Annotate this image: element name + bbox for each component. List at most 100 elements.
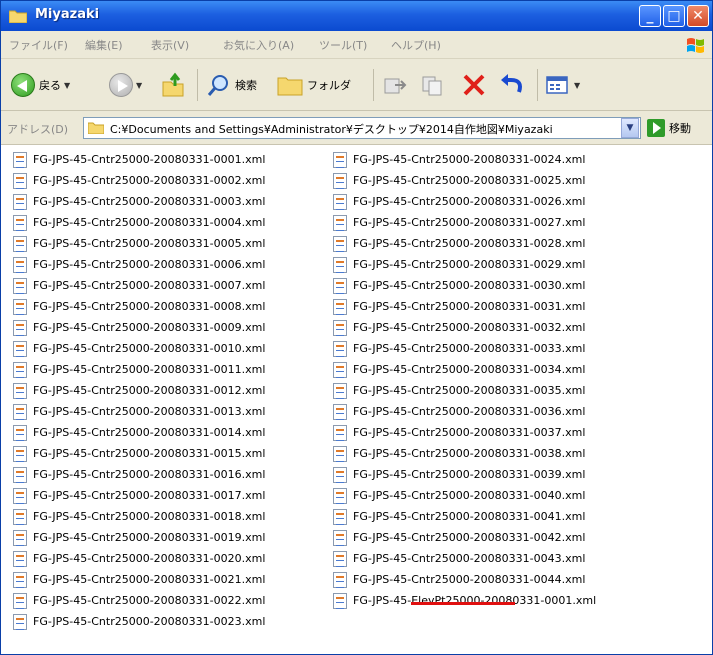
forward-dropdown-icon[interactable]: ▼ bbox=[136, 81, 142, 90]
file-item[interactable]: FG-JPS-45-Cntr25000-20080331-0035.xml bbox=[333, 380, 596, 401]
views-icon bbox=[546, 76, 568, 94]
views-dropdown-icon[interactable]: ▼ bbox=[574, 81, 580, 90]
file-item[interactable]: FG-JPS-45-Cntr25000-20080331-0029.xml bbox=[333, 254, 596, 275]
file-item[interactable]: FG-JPS-45-Cntr25000-20080331-0001.xml bbox=[13, 149, 265, 170]
file-item[interactable]: FG-JPS-45-Cntr25000-20080331-0016.xml bbox=[13, 464, 265, 485]
address-dropdown-button[interactable]: ▼ bbox=[621, 118, 639, 138]
file-item[interactable]: FG-JPS-45-Cntr25000-20080331-0027.xml bbox=[333, 212, 596, 233]
file-item[interactable]: FG-JPS-45-Cntr25000-20080331-0036.xml bbox=[333, 401, 596, 422]
file-item[interactable]: FG-JPS-45-Cntr25000-20080331-0042.xml bbox=[333, 527, 596, 548]
menu-favorites[interactable]: お気に入り(A) bbox=[223, 37, 294, 53]
file-item[interactable]: FG-JPS-45-Cntr25000-20080331-0031.xml bbox=[333, 296, 596, 317]
menu-help[interactable]: ヘルプ(H) bbox=[391, 37, 441, 53]
file-item[interactable]: FG-JPS-45-ElevPt25000-20080331-0001.xml bbox=[333, 590, 596, 611]
file-item[interactable]: FG-JPS-45-Cntr25000-20080331-0025.xml bbox=[333, 170, 596, 191]
folders-button[interactable]: フォルダ bbox=[277, 71, 351, 99]
file-name: FG-JPS-45-Cntr25000-20080331-0015.xml bbox=[33, 447, 266, 460]
views-button[interactable]: ▼ bbox=[545, 71, 580, 99]
file-item[interactable]: FG-JPS-45-Cntr25000-20080331-0007.xml bbox=[13, 275, 265, 296]
xml-file-icon bbox=[13, 529, 27, 546]
delete-button[interactable] bbox=[461, 71, 487, 99]
file-name: FG-JPS-45-Cntr25000-20080331-0043.xml bbox=[353, 552, 586, 565]
file-item[interactable]: FG-JPS-45-Cntr25000-20080331-0015.xml bbox=[13, 443, 265, 464]
file-item[interactable]: FG-JPS-45-Cntr25000-20080331-0023.xml bbox=[13, 611, 265, 632]
file-item[interactable]: FG-JPS-45-Cntr25000-20080331-0034.xml bbox=[333, 359, 596, 380]
file-item[interactable]: FG-JPS-45-Cntr25000-20080331-0039.xml bbox=[333, 464, 596, 485]
file-item[interactable]: FG-JPS-45-Cntr25000-20080331-0017.xml bbox=[13, 485, 265, 506]
back-dropdown-icon[interactable]: ▼ bbox=[64, 81, 70, 90]
menu-view[interactable]: 表示(V) bbox=[151, 37, 189, 53]
file-item[interactable]: FG-JPS-45-Cntr25000-20080331-0014.xml bbox=[13, 422, 265, 443]
maximize-button[interactable]: □ bbox=[663, 5, 685, 27]
title-bar[interactable]: Miyazaki _ □ ✕ bbox=[1, 1, 712, 31]
address-input[interactable]: C:¥Documents and Settings¥Administrator¥… bbox=[83, 117, 641, 139]
back-button[interactable]: 戻る ▼ bbox=[11, 71, 70, 99]
folder-icon bbox=[88, 122, 104, 134]
file-item[interactable]: FG-JPS-45-Cntr25000-20080331-0013.xml bbox=[13, 401, 265, 422]
file-item[interactable]: FG-JPS-45-Cntr25000-20080331-0043.xml bbox=[333, 548, 596, 569]
search-label: 検索 bbox=[235, 79, 257, 92]
xml-file-icon bbox=[333, 403, 347, 420]
file-item[interactable]: FG-JPS-45-Cntr25000-20080331-0037.xml bbox=[333, 422, 596, 443]
file-name: FG-JPS-45-Cntr25000-20080331-0029.xml bbox=[353, 258, 586, 271]
file-item[interactable]: FG-JPS-45-Cntr25000-20080331-0026.xml bbox=[333, 191, 596, 212]
file-item[interactable]: FG-JPS-45-Cntr25000-20080331-0003.xml bbox=[13, 191, 265, 212]
up-folder-button[interactable] bbox=[161, 71, 187, 99]
file-name: FG-JPS-45-Cntr25000-20080331-0030.xml bbox=[353, 279, 586, 292]
file-item[interactable]: FG-JPS-45-Cntr25000-20080331-0008.xml bbox=[13, 296, 265, 317]
file-item[interactable]: FG-JPS-45-Cntr25000-20080331-0038.xml bbox=[333, 443, 596, 464]
file-item[interactable]: FG-JPS-45-Cntr25000-20080331-0002.xml bbox=[13, 170, 265, 191]
file-name: FG-JPS-45-Cntr25000-20080331-0013.xml bbox=[33, 405, 266, 418]
file-item[interactable]: FG-JPS-45-Cntr25000-20080331-0010.xml bbox=[13, 338, 265, 359]
file-name: FG-JPS-45-Cntr25000-20080331-0021.xml bbox=[33, 573, 266, 586]
file-name: FG-JPS-45-Cntr25000-20080331-0033.xml bbox=[353, 342, 586, 355]
menu-file[interactable]: ファイル(F) bbox=[9, 37, 68, 53]
menu-edit[interactable]: 編集(E) bbox=[85, 37, 123, 53]
xml-file-icon bbox=[333, 151, 347, 168]
file-item[interactable]: FG-JPS-45-Cntr25000-20080331-0005.xml bbox=[13, 233, 265, 254]
file-item[interactable]: FG-JPS-45-Cntr25000-20080331-0020.xml bbox=[13, 548, 265, 569]
file-item[interactable]: FG-JPS-45-Cntr25000-20080331-0009.xml bbox=[13, 317, 265, 338]
file-item[interactable]: FG-JPS-45-Cntr25000-20080331-0040.xml bbox=[333, 485, 596, 506]
file-item[interactable]: FG-JPS-45-Cntr25000-20080331-0022.xml bbox=[13, 590, 265, 611]
back-label: 戻る bbox=[39, 79, 61, 92]
xml-file-icon bbox=[333, 235, 347, 252]
xml-file-icon bbox=[333, 424, 347, 441]
menu-tools[interactable]: ツール(T) bbox=[319, 37, 367, 53]
file-name: FG-JPS-45-Cntr25000-20080331-0040.xml bbox=[353, 489, 586, 502]
file-item[interactable]: FG-JPS-45-Cntr25000-20080331-0019.xml bbox=[13, 527, 265, 548]
search-button[interactable]: 検索 bbox=[207, 71, 257, 99]
file-item[interactable]: FG-JPS-45-Cntr25000-20080331-0044.xml bbox=[333, 569, 596, 590]
xml-file-icon bbox=[333, 466, 347, 483]
copy-to-button[interactable] bbox=[421, 71, 447, 99]
go-button[interactable]: 移動 bbox=[647, 119, 691, 137]
forward-button[interactable]: ▼ bbox=[109, 71, 142, 99]
move-to-button[interactable] bbox=[383, 71, 409, 99]
file-item[interactable]: FG-JPS-45-Cntr25000-20080331-0006.xml bbox=[13, 254, 265, 275]
xml-file-icon bbox=[13, 277, 27, 294]
undo-icon bbox=[501, 74, 522, 93]
file-item[interactable]: FG-JPS-45-Cntr25000-20080331-0032.xml bbox=[333, 317, 596, 338]
file-item[interactable]: FG-JPS-45-Cntr25000-20080331-0041.xml bbox=[333, 506, 596, 527]
minimize-button[interactable]: _ bbox=[639, 5, 661, 27]
file-item[interactable]: FG-JPS-45-Cntr25000-20080331-0004.xml bbox=[13, 212, 265, 233]
file-item[interactable]: FG-JPS-45-Cntr25000-20080331-0021.xml bbox=[13, 569, 265, 590]
xml-file-icon bbox=[333, 550, 347, 567]
file-item[interactable]: FG-JPS-45-Cntr25000-20080331-0018.xml bbox=[13, 506, 265, 527]
file-name: FG-JPS-45-Cntr25000-20080331-0002.xml bbox=[33, 174, 266, 187]
close-button[interactable]: ✕ bbox=[687, 5, 709, 27]
file-item[interactable]: FG-JPS-45-Cntr25000-20080331-0033.xml bbox=[333, 338, 596, 359]
xml-file-icon bbox=[13, 466, 27, 483]
undo-button[interactable] bbox=[499, 71, 525, 99]
highlight-underline bbox=[411, 602, 515, 605]
file-item[interactable]: FG-JPS-45-Cntr25000-20080331-0024.xml bbox=[333, 149, 596, 170]
file-name: FG-JPS-45-Cntr25000-20080331-0026.xml bbox=[353, 195, 586, 208]
file-item[interactable]: FG-JPS-45-Cntr25000-20080331-0028.xml bbox=[333, 233, 596, 254]
file-item[interactable]: FG-JPS-45-Cntr25000-20080331-0030.xml bbox=[333, 275, 596, 296]
file-name: FG-JPS-45-Cntr25000-20080331-0009.xml bbox=[33, 321, 266, 334]
toolbar: 戻る ▼ ▼ 検索 フォルダ ▼ bbox=[1, 59, 712, 111]
file-item[interactable]: FG-JPS-45-Cntr25000-20080331-0011.xml bbox=[13, 359, 265, 380]
file-name: FG-JPS-45-Cntr25000-20080331-0020.xml bbox=[33, 552, 266, 565]
xml-file-icon bbox=[13, 172, 27, 189]
file-item[interactable]: FG-JPS-45-Cntr25000-20080331-0012.xml bbox=[13, 380, 265, 401]
